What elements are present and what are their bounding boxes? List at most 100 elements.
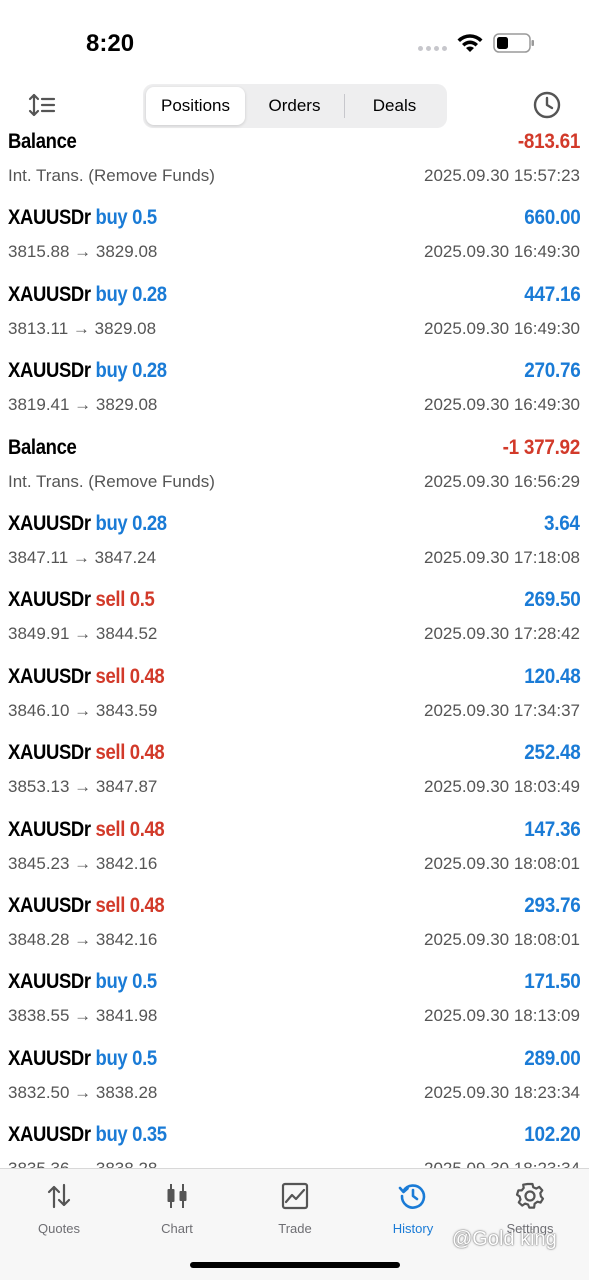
row-volume: 0.28 <box>132 359 167 383</box>
row-symbol: XAUUSDr <box>8 817 91 841</box>
row-timestamp: 2025.09.30 18:03:49 <box>424 777 580 797</box>
row-detail: 3832.50 → 3838.28 <box>8 1082 158 1102</box>
gear-icon <box>515 1182 545 1209</box>
row-symbol: XAUUSDr <box>8 511 91 535</box>
deal-row[interactable]: XAUUSDr buy 0.28 447.16 3813.11 → 3829.08 2… <box>0 281 589 357</box>
toolbar: Positions Orders Deals <box>0 82 589 132</box>
row-title: XAUUSDr buy 0.5 <box>8 206 157 230</box>
deal-row[interactable]: XAUUSDr buy 0.28 270.76 3819.41 → 3829.08 2… <box>0 357 589 433</box>
row-detail: Int. Trans. (Remove Funds) <box>8 471 215 491</box>
row-timestamp: 2025.09.30 17:34:37 <box>424 700 580 720</box>
row-title: Balance <box>8 436 77 460</box>
row-symbol: XAUUSDr <box>8 970 91 994</box>
deal-row[interactable]: XAUUSDr buy 0.5 171.50 3838.55 → 3841.98 20… <box>0 968 589 1044</box>
history-clock-icon <box>398 1184 426 1209</box>
tab-chart[interactable]: Chart <box>118 1181 236 1241</box>
cellular-signal-icon <box>418 46 447 51</box>
row-volume: 0.5 <box>132 1046 157 1070</box>
row-title: Balance <box>8 130 77 154</box>
deal-row[interactable]: XAUUSDr buy 0.28 3.64 3847.11 → 3847.24 202… <box>0 510 589 586</box>
row-symbol: XAUUSDr <box>8 359 91 383</box>
row-detail: 3848.28 → 3842.16 <box>8 929 158 949</box>
row-detail: 3813.11 → 3829.08 <box>8 318 157 338</box>
status-bar: 8:20 <box>0 0 589 80</box>
deal-row[interactable]: XAUUSDr buy 0.35 102.20 3835.36 → 3838.28 2… <box>0 1121 589 1168</box>
row-side: buy <box>95 1046 128 1070</box>
deal-row[interactable]: XAUUSDr sell 0.48 293.76 3848.28 → 3842.16… <box>0 892 589 968</box>
balance-row[interactable]: Balance -813.61 Int. Trans. (Remove Funds)… <box>0 128 589 204</box>
deal-row[interactable]: XAUUSDr sell 0.48 147.36 3845.23 → 3842.16… <box>0 816 589 892</box>
balance-row[interactable]: Balance -1 377.92 Int. Trans. (Remove Fund… <box>0 434 589 510</box>
row-profit: 147.36 <box>523 817 580 841</box>
deal-row[interactable]: XAUUSDr sell 0.5 269.50 3849.91 → 3844.52 2… <box>0 586 589 662</box>
row-symbol: XAUUSDr <box>8 206 91 230</box>
row-title: XAUUSDr sell 0.48 <box>8 741 165 765</box>
row-volume: 0.28 <box>132 511 167 535</box>
row-timestamp: 2025.09.30 18:23:34 <box>424 1082 580 1102</box>
tab-trade[interactable]: Trade <box>236 1181 354 1241</box>
row-timestamp: 2025.09.30 16:56:29 <box>424 471 580 491</box>
row-symbol: XAUUSDr <box>8 1046 91 1070</box>
row-profit: -1 377.92 <box>502 435 581 459</box>
row-volume: 0.35 <box>132 1123 167 1147</box>
row-detail: 3815.88 → 3829.08 <box>8 242 158 262</box>
deal-row[interactable]: XAUUSDr sell 0.48 120.48 3846.10 → 3843.59… <box>0 663 589 739</box>
sort-icon[interactable] <box>28 92 56 118</box>
row-title: XAUUSDr sell 0.48 <box>8 664 165 689</box>
row-profit: 3.64 <box>544 511 580 535</box>
deal-row[interactable]: XAUUSDr sell 0.48 252.48 3853.13 → 3847.87… <box>0 739 589 815</box>
row-symbol: XAUUSDr <box>8 282 91 306</box>
wifi-icon <box>457 34 483 52</box>
row-side: buy <box>95 282 128 306</box>
row-detail: 3847.11 → 3847.24 <box>8 547 157 567</box>
row-side: sell <box>95 664 126 688</box>
row-profit: 660.00 <box>523 206 580 230</box>
row-detail: 3819.41 → 3829.08 <box>8 395 158 415</box>
deal-row[interactable]: XAUUSDr buy 0.5 660.00 3815.88 → 3829.08 20… <box>0 204 589 280</box>
tab-orders[interactable]: Orders <box>245 87 344 125</box>
row-timestamp: 2025.09.30 16:49:30 <box>424 318 580 338</box>
row-side: sell <box>95 588 126 612</box>
row-profit: -813.61 <box>517 130 580 153</box>
row-timestamp: 2025.09.30 18:08:01 <box>424 929 580 949</box>
row-volume: 0.48 <box>129 664 165 688</box>
row-profit: 447.16 <box>523 282 580 306</box>
row-detail: 3835.36 → 3838.28 <box>8 1159 157 1168</box>
row-title: XAUUSDr buy 0.28 <box>8 512 167 536</box>
row-profit: 171.50 <box>523 970 580 994</box>
row-volume: 0.5 <box>132 970 157 994</box>
row-volume: 0.28 <box>132 282 167 306</box>
row-symbol: XAUUSDr <box>8 588 91 612</box>
row-title: XAUUSDr sell 0.48 <box>8 894 165 918</box>
history-list: Balance -813.61 Int. Trans. (Remove Funds)… <box>0 128 589 1168</box>
row-title: XAUUSDr buy 0.35 <box>8 1123 167 1147</box>
deal-row[interactable]: XAUUSDr buy 0.5 289.00 3832.50 → 3838.28 20… <box>0 1045 589 1121</box>
row-volume: 0.5 <box>132 206 157 230</box>
row-detail: 3845.23 → 3842.16 <box>8 853 158 873</box>
clock-icon[interactable] <box>532 90 562 120</box>
watermark: @Gold king <box>452 1228 557 1250</box>
row-symbol: XAUUSDr <box>8 741 91 765</box>
tab-quotes[interactable]: Quotes <box>0 1181 118 1241</box>
row-title: XAUUSDr sell 0.48 <box>8 817 165 842</box>
row-timestamp: 2025.09.30 16:49:30 <box>424 242 580 262</box>
row-detail: 3846.10 → 3843.59 <box>8 700 158 720</box>
row-title: XAUUSDr sell 0.5 <box>8 588 155 612</box>
row-side: sell <box>95 741 126 765</box>
row-side: buy <box>95 970 128 994</box>
row-timestamp: 2025.09.30 18:13:09 <box>424 1006 580 1026</box>
row-title: XAUUSDr buy 0.28 <box>8 283 167 307</box>
row-symbol: XAUUSDr <box>8 1123 91 1147</box>
segmented-control: Positions Orders Deals <box>143 84 447 128</box>
row-profit: 289.00 <box>523 1046 580 1070</box>
trade-chart-icon <box>281 1182 309 1210</box>
row-profit: 120.48 <box>523 664 580 688</box>
row-side: buy <box>95 206 128 230</box>
row-profit: 252.48 <box>523 741 580 765</box>
tab-positions[interactable]: Positions <box>146 87 245 125</box>
row-side: sell <box>95 817 126 841</box>
row-profit: 293.76 <box>523 893 580 917</box>
row-title: XAUUSDr buy 0.28 <box>8 359 167 383</box>
row-profit: 269.50 <box>523 588 580 612</box>
tab-deals[interactable]: Deals <box>345 87 444 125</box>
